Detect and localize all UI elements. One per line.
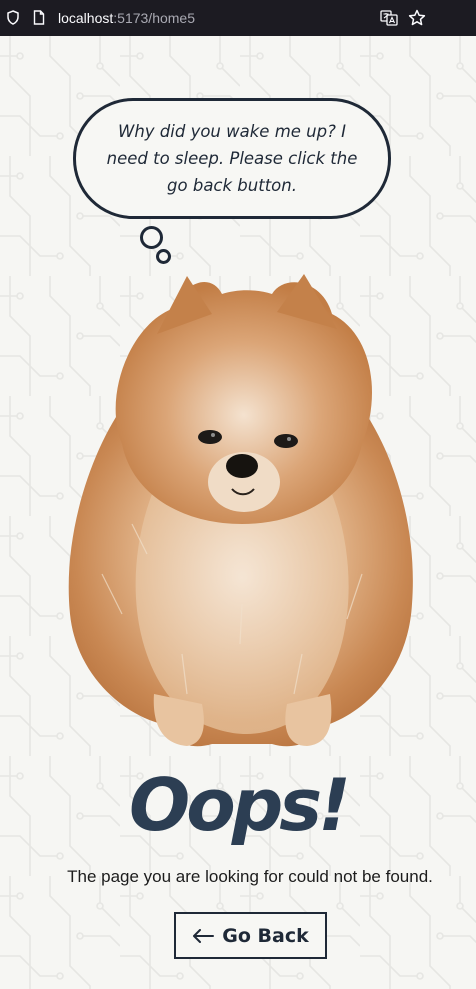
star-icon[interactable] — [408, 9, 426, 27]
arrow-left-icon — [193, 928, 215, 943]
url-path: :5173/home5 — [113, 10, 195, 26]
thought-dot-small — [156, 249, 171, 264]
shield-icon[interactable] — [7, 10, 19, 25]
not-found-page: Why did you wake me up? I need to sleep.… — [0, 36, 476, 989]
browser-toolbar: localhost:5173/home5 — [0, 0, 476, 36]
page-title: Oops! — [129, 763, 351, 847]
thought-dot-large — [140, 226, 163, 249]
translate-icon[interactable] — [380, 9, 398, 27]
dog-image — [68, 274, 413, 747]
thought-bubble: Why did you wake me up? I need to sleep.… — [73, 98, 391, 219]
page-icon — [33, 10, 45, 25]
go-back-label: Go Back — [222, 924, 309, 947]
thought-bubble-text: Why did you wake me up? I need to sleep.… — [106, 122, 358, 195]
url-text[interactable]: localhost:5173/home5 — [58, 9, 195, 27]
go-back-button[interactable]: Go Back — [174, 912, 327, 959]
not-found-message: The page you are looking for could not b… — [67, 867, 433, 886]
address-bar[interactable]: localhost:5173/home5 — [0, 0, 432, 36]
url-host: localhost — [58, 10, 114, 26]
